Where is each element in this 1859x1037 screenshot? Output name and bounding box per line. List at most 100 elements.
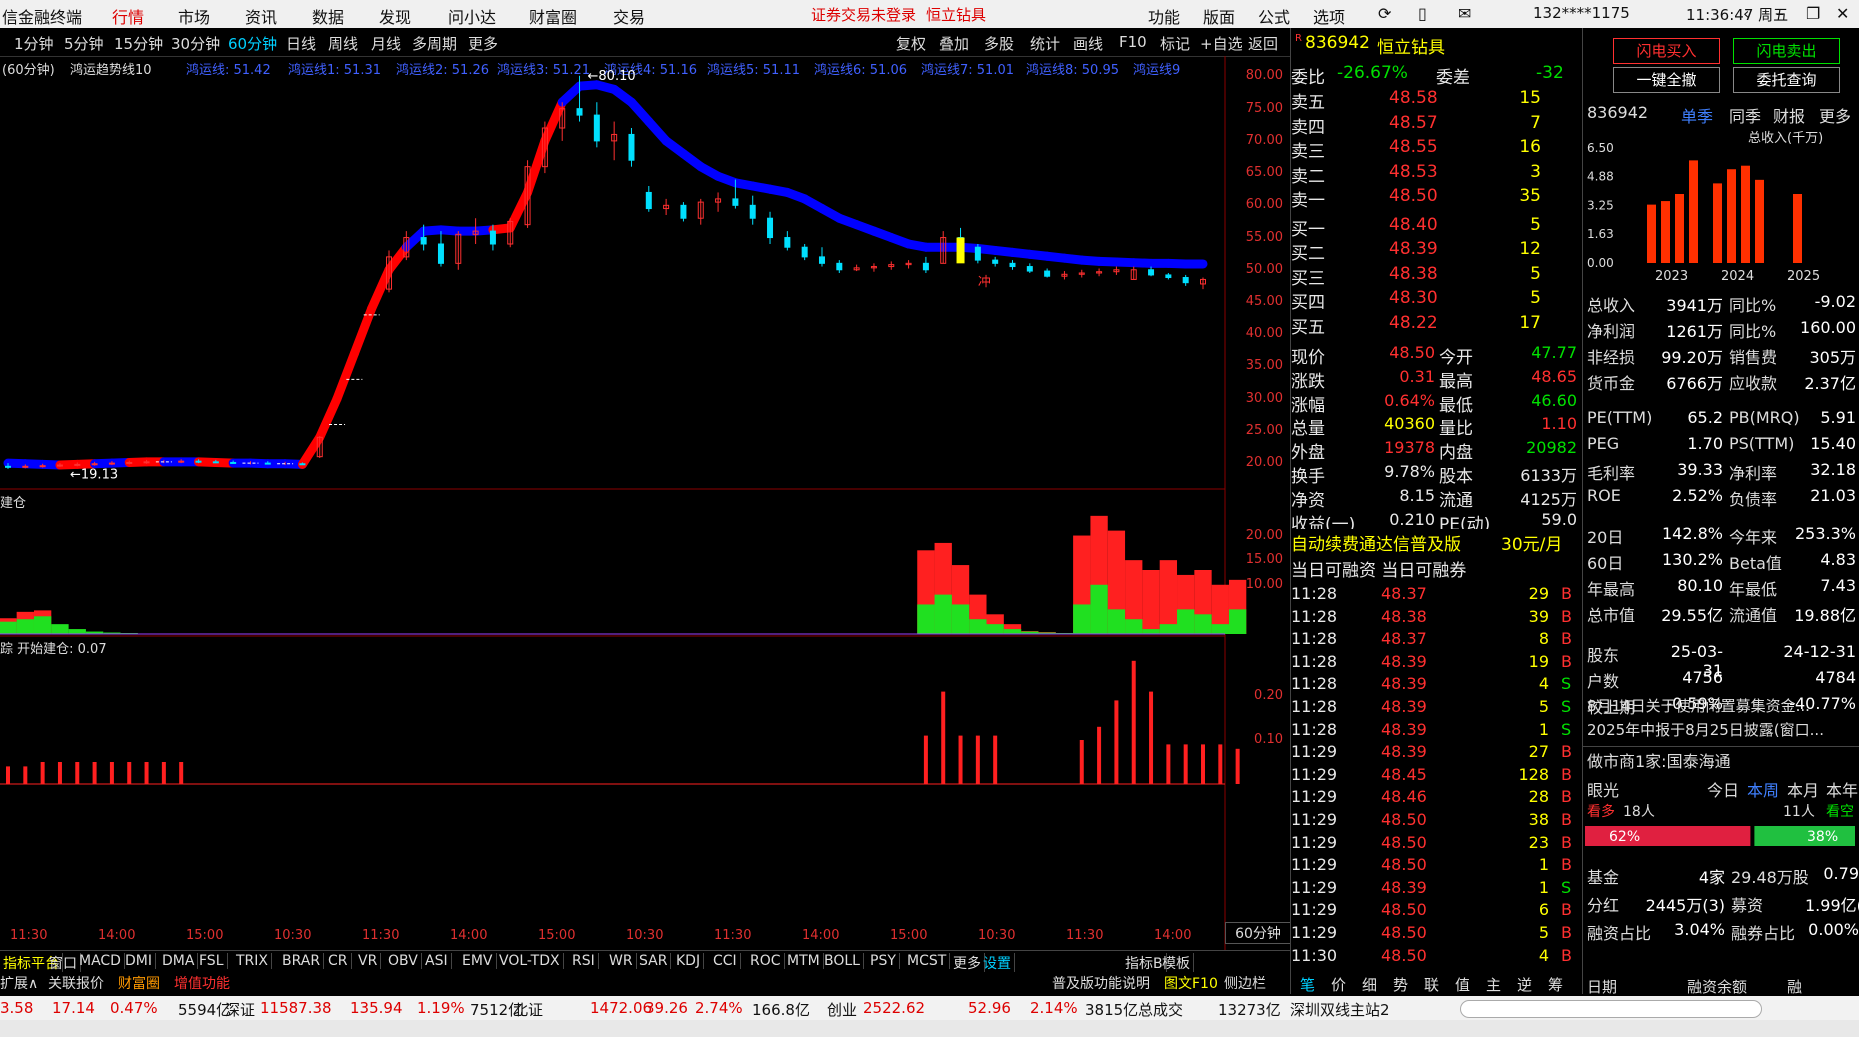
- period-month[interactable]: 本月: [1787, 777, 1819, 801]
- bid-price[interactable]: 48.40: [1389, 215, 1438, 235]
- tf-30min[interactable]: 30分钟: [171, 33, 220, 54]
- tool-back[interactable]: 返回: [1248, 33, 1278, 54]
- indicator-tab[interactable]: BRAR: [279, 953, 325, 969]
- bid-price[interactable]: 48.38: [1389, 264, 1438, 284]
- side-tab[interactable]: 价: [1331, 974, 1346, 995]
- order-query-button[interactable]: 委托查询: [1733, 67, 1840, 93]
- menu-item-shichang[interactable]: 市场: [178, 4, 210, 28]
- period-today[interactable]: 今日: [1707, 777, 1739, 801]
- menu-item-faxian[interactable]: 发现: [379, 4, 411, 28]
- promo-text[interactable]: 自动续费通达信普及版: [1291, 530, 1461, 555]
- side-tab[interactable]: 势: [1393, 974, 1408, 995]
- indicator-tab[interactable]: ASI: [422, 953, 452, 969]
- link-sidebar[interactable]: 侧边栏: [1224, 973, 1266, 993]
- indicator-tab[interactable]: PSY: [867, 953, 900, 969]
- minimize-icon[interactable]: –: [1776, 4, 1784, 23]
- indicator-tab[interactable]: KDJ: [673, 953, 705, 969]
- indicator-tab[interactable]: MACD: [76, 953, 125, 969]
- indicator-tab[interactable]: TRIX: [233, 953, 272, 969]
- tf-5min[interactable]: 5分钟: [64, 33, 104, 54]
- ask-price[interactable]: 48.50: [1389, 186, 1438, 206]
- side-tab[interactable]: 值: [1455, 974, 1470, 995]
- menu-item-shuju[interactable]: 数据: [312, 4, 344, 28]
- tf-more[interactable]: 更多: [468, 33, 498, 54]
- tool-f10[interactable]: F10: [1119, 33, 1147, 51]
- flash-sell-button[interactable]: 闪电卖出: [1733, 38, 1840, 64]
- indicator-tab[interactable]: BOLL: [821, 953, 864, 969]
- promo-price[interactable]: 30元/月: [1501, 530, 1562, 555]
- side-tab[interactable]: 联: [1424, 974, 1439, 995]
- tab-same-quarter[interactable]: 同季: [1729, 103, 1761, 127]
- period-year[interactable]: 本年: [1826, 777, 1858, 801]
- bid-price[interactable]: 48.30: [1389, 288, 1438, 308]
- bid-price[interactable]: 48.22: [1389, 313, 1438, 333]
- close-icon[interactable]: ✕: [1836, 4, 1849, 23]
- menu-item-wenxiaoda[interactable]: 问小达: [448, 4, 496, 28]
- menu-item-gongshi[interactable]: 公式: [1258, 4, 1290, 28]
- indicator-tab[interactable]: CR: [325, 953, 352, 969]
- tab-more[interactable]: 更多: [1819, 103, 1851, 127]
- mail-icon[interactable]: ✉: [1458, 4, 1471, 23]
- indicator-tab[interactable]: EMV: [459, 953, 497, 969]
- indicator-tab[interactable]: RSI: [569, 953, 599, 969]
- account-id[interactable]: 132****1175: [1533, 4, 1630, 22]
- link-feature-intro[interactable]: 普及版功能说明: [1052, 973, 1150, 993]
- indicator-tab[interactable]: CCI: [710, 953, 741, 969]
- back-arrow-icon[interactable]: ‹: [1743, 4, 1749, 23]
- tool-biaoji[interactable]: 标记: [1160, 33, 1190, 54]
- tab-addon[interactable]: 增值功能: [174, 973, 230, 993]
- side-tab[interactable]: 笔: [1300, 974, 1315, 995]
- tf-week[interactable]: 周线: [328, 33, 358, 54]
- restore-icon[interactable]: ❐: [1806, 4, 1820, 23]
- menu-item-zixun[interactable]: 资讯: [245, 4, 277, 28]
- indicator-tab[interactable]: DMI: [122, 953, 156, 969]
- indicator-tab[interactable]: MTM: [784, 953, 824, 969]
- indicator-tab[interactable]: DMA: [159, 953, 199, 969]
- tool-fuquan[interactable]: 复权: [896, 33, 926, 54]
- menu-item-hangqing[interactable]: 行情: [112, 4, 144, 28]
- tf-multi[interactable]: 多周期: [412, 33, 457, 54]
- tool-diejia[interactable]: 叠加: [939, 33, 969, 54]
- indicator-tab[interactable]: ROC: [747, 953, 785, 969]
- tab-quarter[interactable]: 单季: [1681, 103, 1713, 127]
- kline-chart[interactable]: ←80.10 ←19.13 冲: [0, 56, 1290, 950]
- tool-duogu[interactable]: 多股: [984, 33, 1014, 54]
- tab-report[interactable]: 财报: [1773, 103, 1805, 127]
- ask-price[interactable]: 48.55: [1389, 137, 1438, 157]
- tab-expand[interactable]: 扩展∧: [0, 973, 38, 993]
- tf-60min[interactable]: 60分钟: [228, 33, 277, 54]
- side-tab[interactable]: 细: [1362, 974, 1377, 995]
- indicator-tab[interactable]: SAR: [636, 953, 672, 969]
- phone-icon[interactable]: ▯: [1418, 4, 1427, 23]
- tf-day[interactable]: 日线: [286, 33, 316, 54]
- indicator-tab[interactable]: VR: [355, 953, 382, 969]
- menu-item-banmian[interactable]: 版面: [1203, 4, 1235, 28]
- tab-related-quote[interactable]: 关联报价: [48, 973, 104, 993]
- cancel-all-button[interactable]: 一键全撤: [1613, 67, 1720, 93]
- tf-1min[interactable]: 1分钟: [14, 33, 54, 54]
- period-badge[interactable]: 60分钟: [1225, 922, 1291, 944]
- side-tab[interactable]: 逆: [1517, 974, 1532, 995]
- tab-caifuquan[interactable]: 财富圈: [118, 973, 160, 993]
- flash-buy-button[interactable]: 闪电买入: [1613, 38, 1720, 64]
- indicator-tab[interactable]: 模板: [1159, 953, 1194, 973]
- search-input[interactable]: [1460, 1000, 1762, 1018]
- menu-item-gongneng[interactable]: 功能: [1148, 4, 1180, 28]
- menu-item-xuanxiang[interactable]: 选项: [1313, 4, 1345, 28]
- bid-price[interactable]: 48.39: [1389, 239, 1438, 259]
- ask-price[interactable]: 48.58: [1389, 88, 1438, 108]
- menu-item-caifuquan[interactable]: 财富圈: [529, 4, 577, 28]
- news-item[interactable]: 2025年中报于8月25日披露(窗口...: [1587, 719, 1824, 740]
- news-item[interactable]: 8月14日关于使用闲置募集资金...: [1587, 695, 1810, 716]
- indicator-tab[interactable]: VOL-TDX: [496, 953, 564, 969]
- refresh-icon[interactable]: ⟳: [1378, 4, 1391, 23]
- indicator-tab[interactable]: OBV: [385, 953, 422, 969]
- tool-add-watchlist[interactable]: +自选: [1200, 33, 1243, 54]
- indicator-tab[interactable]: WR: [606, 953, 637, 969]
- ask-price[interactable]: 48.53: [1389, 162, 1438, 182]
- tool-tongji[interactable]: 统计: [1030, 33, 1060, 54]
- tool-huaxian[interactable]: 画线: [1073, 33, 1103, 54]
- link-f10[interactable]: 图文F10: [1164, 973, 1218, 993]
- tf-15min[interactable]: 15分钟: [114, 33, 163, 54]
- indicator-tab[interactable]: 设置: [980, 953, 1015, 973]
